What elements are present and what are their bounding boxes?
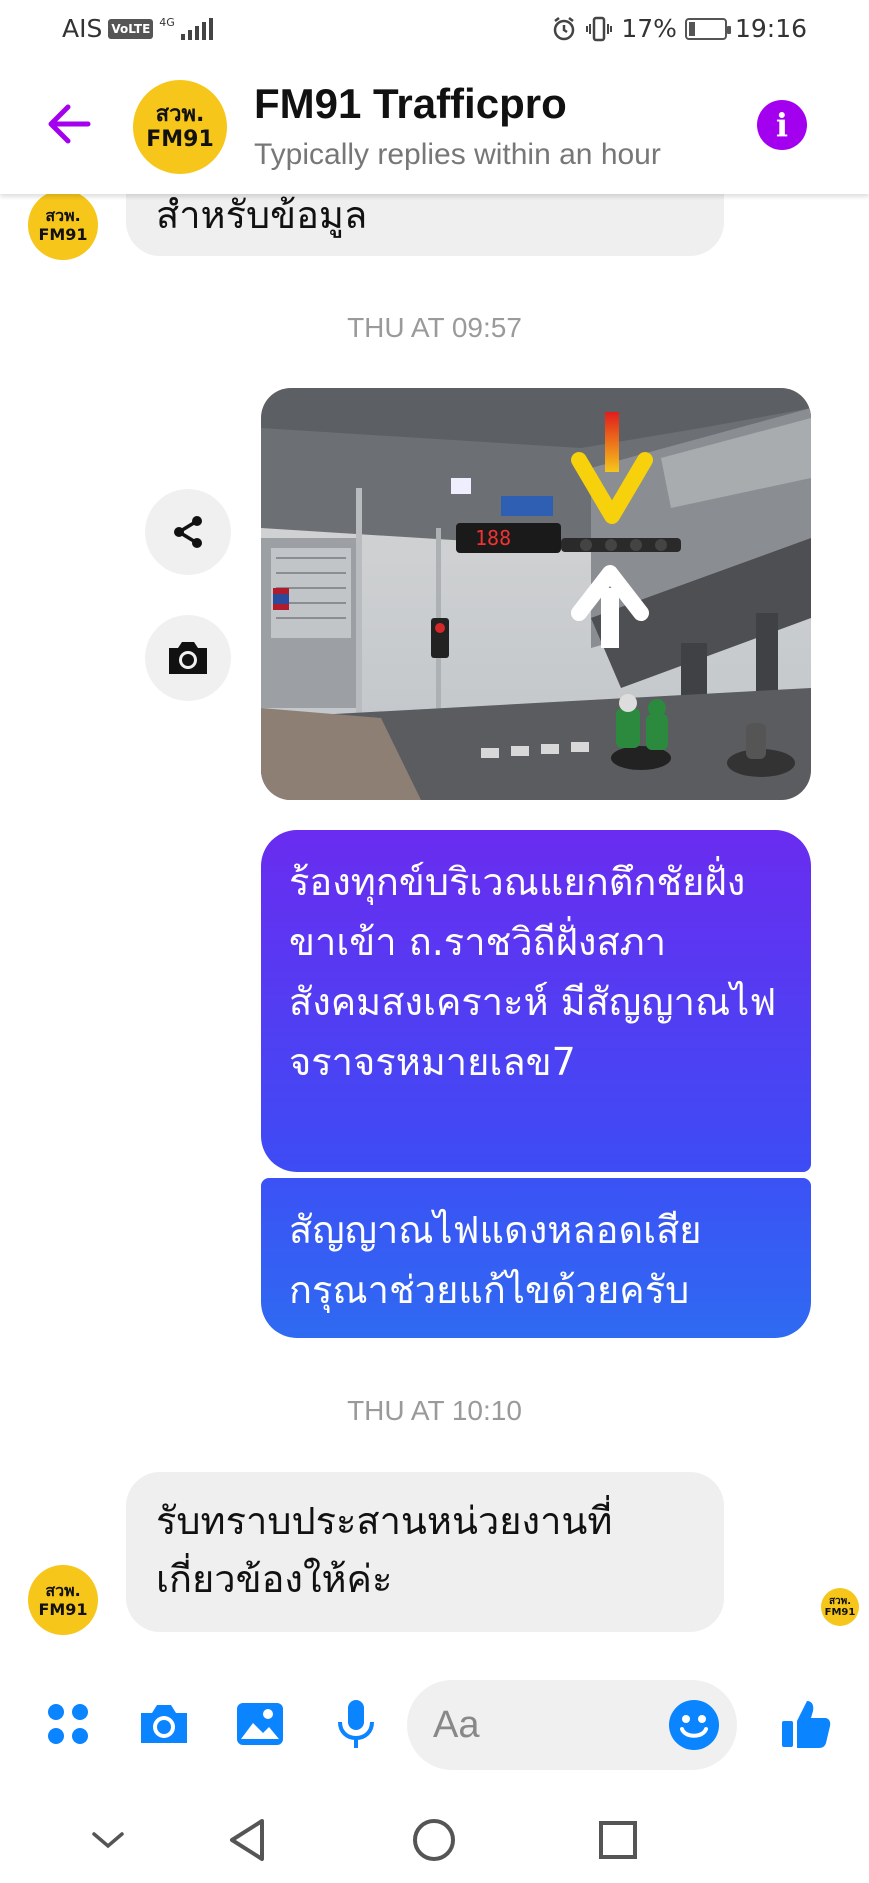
outgoing-message[interactable]: สัญญาณไฟแดงหลอดเสียกรุณาช่วยแก้ไขด้วยครั… <box>261 1178 811 1338</box>
avatar-text-line2: FM91 <box>146 127 214 152</box>
camera-icon <box>141 1705 187 1743</box>
info-icon: i <box>775 106 789 144</box>
voice-button[interactable] <box>326 1694 386 1754</box>
camera-button[interactable] <box>145 615 231 701</box>
network-type: 4G <box>159 16 175 29</box>
vibrate-icon <box>586 16 613 41</box>
message-input[interactable] <box>433 1698 633 1752</box>
outgoing-message[interactable]: ร้องทุกข์บริเวณแยกตึกชัยฝั่งขาเข้า ถ.ราช… <box>261 830 811 1172</box>
carrier-label: AIS <box>62 14 103 43</box>
response-time-text: Typically replies within an hour <box>254 138 661 171</box>
avatar-text-line2: FM91 <box>38 225 88 244</box>
avatar-text-line1: สวพ. <box>45 1581 81 1600</box>
sender-avatar[interactable]: สวพ. FM91 <box>28 1565 98 1635</box>
avatar-text-line2: FM91 <box>38 1600 88 1619</box>
chat-header: สวพ. FM91 FM91 Trafficpro Typically repl… <box>0 58 869 194</box>
emoji-icon <box>669 1700 719 1750</box>
nav-back-icon <box>230 1819 264 1861</box>
page-avatar[interactable]: สวพ. FM91 <box>133 80 227 174</box>
traffic-intersection-photo: 188 <box>261 388 811 800</box>
timestamp: THU AT 09:57 <box>347 312 522 343</box>
battery-icon <box>684 17 731 40</box>
camera-icon <box>169 642 207 674</box>
photo-attachment[interactable]: 188 <box>261 388 811 800</box>
like-button[interactable] <box>776 1694 836 1754</box>
read-receipt-avatar: สวพ. FM91 <box>821 1588 859 1626</box>
nav-collapse-icon <box>92 1832 124 1849</box>
emoji-button[interactable] <box>667 1698 721 1752</box>
gallery-button[interactable] <box>230 1694 290 1754</box>
back-arrow-icon <box>48 104 91 144</box>
nav-recents-icon <box>599 1821 637 1859</box>
info-button[interactable]: i <box>757 100 807 150</box>
message-composer <box>0 1680 869 1778</box>
apps-icon <box>48 1704 88 1744</box>
avatar-text-line2: FM91 <box>824 1607 856 1618</box>
alarm-icon <box>554 16 575 40</box>
avatar-text-line1: สวพ. <box>45 206 81 225</box>
page-title[interactable]: FM91 Trafficpro <box>254 80 567 128</box>
sender-avatar[interactable]: สวพ. FM91 <box>28 190 98 260</box>
nav-collapse-button[interactable] <box>78 1810 138 1870</box>
incoming-message[interactable]: รับทราบประสานหน่วยงานที่เกี่ยวข้องให้ค่ะ <box>126 1472 724 1632</box>
status-bar: AIS VoLTE 4G 17% 19:16 <box>0 0 869 58</box>
microphone-icon <box>338 1700 374 1748</box>
countdown-display: 188 <box>475 526 511 550</box>
thumbs-up-icon <box>782 1701 831 1748</box>
share-icon <box>174 516 202 548</box>
signal-icon <box>180 17 213 40</box>
nav-back-button[interactable] <box>218 1810 278 1870</box>
image-icon <box>237 1703 283 1745</box>
volte-badge: VoLTE <box>108 18 154 39</box>
nav-home-button[interactable] <box>404 1810 464 1870</box>
nav-home-icon <box>413 1819 455 1861</box>
avatar-text-line1: สวพ. <box>828 1596 852 1607</box>
battery-percent: 17% <box>621 14 677 43</box>
camera-compose-button[interactable] <box>134 1694 194 1754</box>
status-left: AIS VoLTE 4G <box>62 14 213 43</box>
message-input-container[interactable] <box>407 1680 737 1770</box>
nav-recents-button[interactable] <box>588 1810 648 1870</box>
share-button[interactable] <box>145 489 231 575</box>
timestamp: THU AT 10:10 <box>347 1395 522 1426</box>
system-nav-bar <box>0 1790 869 1883</box>
status-right: 17% 19:16 <box>551 14 807 43</box>
clock: 19:16 <box>734 14 807 43</box>
apps-button[interactable] <box>38 1694 98 1754</box>
back-button[interactable] <box>38 94 98 154</box>
avatar-text-line1: สวพ. <box>155 102 205 127</box>
